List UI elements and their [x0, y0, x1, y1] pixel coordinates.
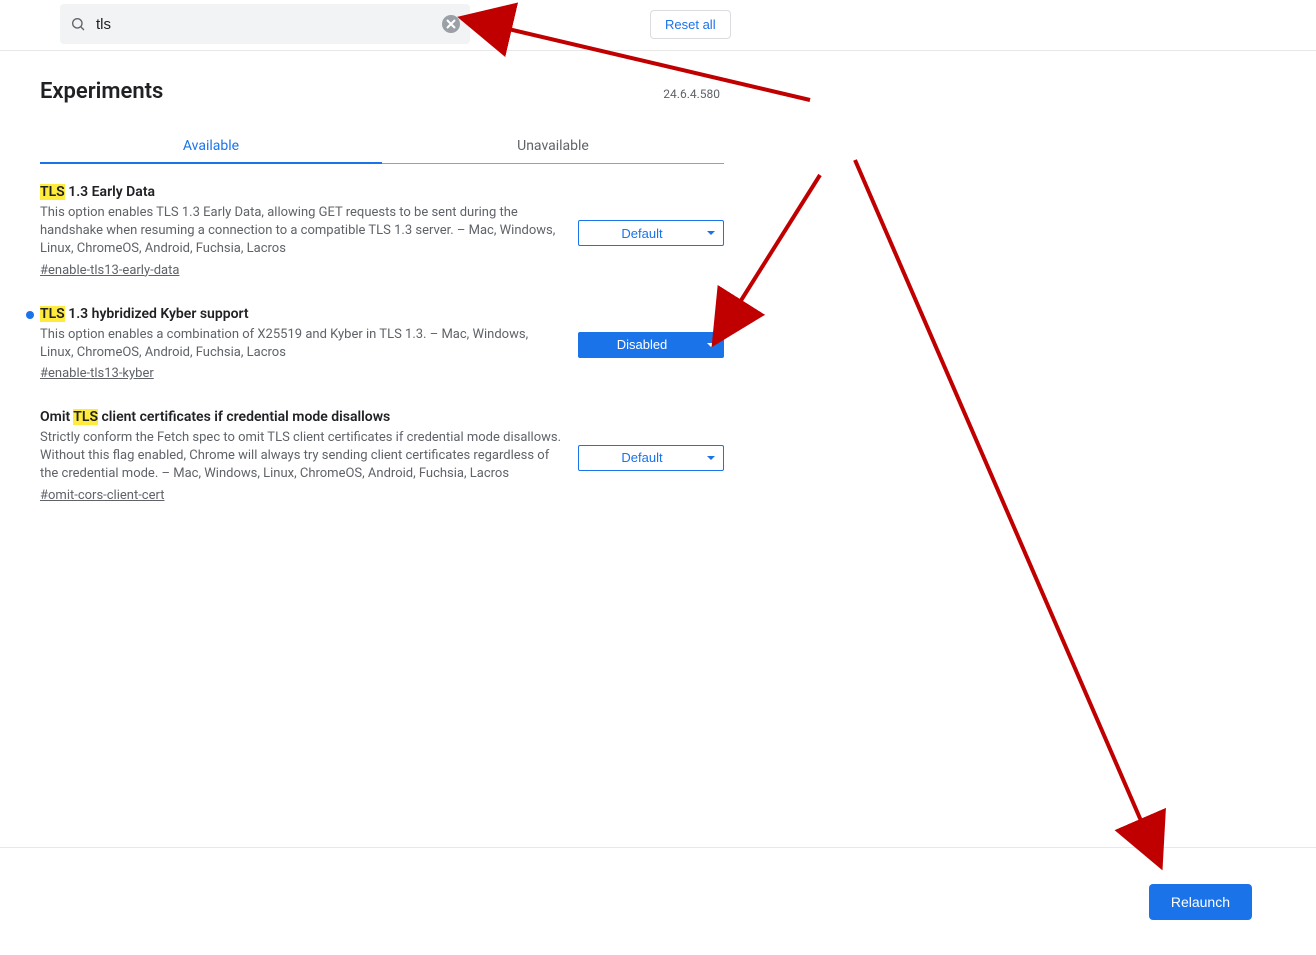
search-highlight: TLS — [73, 409, 98, 425]
flag-row: TLS 1.3 hybridized Kyber support This opt… — [40, 306, 724, 409]
search-highlight: TLS — [40, 306, 65, 322]
modified-indicator — [26, 311, 34, 319]
tab-available[interactable]: Available — [40, 128, 382, 164]
flag-title: TLS 1.3 hybridized Kyber support — [40, 306, 562, 322]
search-input[interactable] — [96, 16, 430, 33]
flag-row: Omit TLS client certificates if credenti… — [40, 409, 724, 531]
search-box[interactable] — [60, 4, 470, 44]
clear-search-button[interactable] — [442, 15, 460, 33]
page-title: Experiments — [40, 79, 663, 104]
flag-state-select[interactable]: Disabled — [578, 332, 724, 358]
close-icon — [446, 19, 456, 29]
flag-id-link[interactable]: #enable-tls13-early-data — [40, 263, 179, 278]
tabs: Available Unavailable — [40, 128, 724, 164]
search-icon — [70, 16, 86, 32]
reset-all-button[interactable]: Reset all — [650, 10, 731, 39]
flag-title: TLS 1.3 Early Data — [40, 184, 562, 200]
flag-row: TLS 1.3 Early Data This option enables TL… — [40, 184, 724, 306]
tab-unavailable[interactable]: Unavailable — [382, 128, 724, 163]
relaunch-button[interactable]: Relaunch — [1149, 884, 1252, 920]
flag-description: This option enables a combination of X25… — [40, 326, 562, 362]
flag-state-select[interactable]: Default — [578, 220, 724, 246]
flag-title: Omit TLS client certificates if credenti… — [40, 409, 562, 425]
flag-id-link[interactable]: #enable-tls13-kyber — [40, 366, 154, 381]
flag-state-select[interactable]: Default — [578, 445, 724, 471]
flag-description: Strictly conform the Fetch spec to omit … — [40, 429, 562, 484]
flag-description: This option enables TLS 1.3 Early Data, … — [40, 204, 562, 259]
search-highlight: TLS — [40, 184, 65, 200]
flag-id-link[interactable]: #omit-cors-client-cert — [40, 488, 164, 503]
version-text: 24.6.4.580 — [663, 87, 724, 101]
